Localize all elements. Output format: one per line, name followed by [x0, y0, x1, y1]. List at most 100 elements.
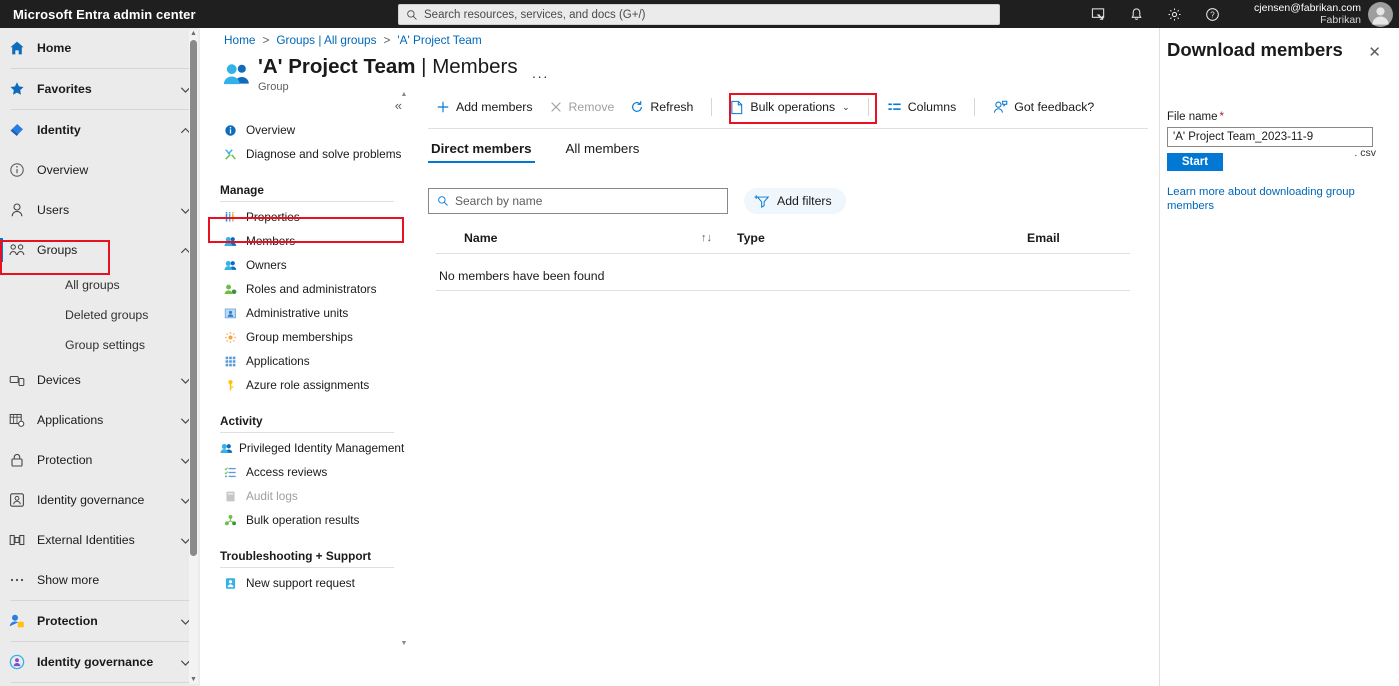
- sidebar-item-show-more[interactable]: Show more: [0, 560, 200, 600]
- notifications-icon[interactable]: [1128, 6, 1145, 23]
- resource-menu-item-label: New support request: [246, 576, 355, 590]
- close-x-icon: [550, 102, 561, 112]
- column-header-name[interactable]: Name: [436, 231, 701, 245]
- got-feedback-button[interactable]: Got feedback?: [985, 93, 1102, 121]
- toolbar-divider: [711, 98, 713, 116]
- close-icon[interactable]: ✕: [1368, 43, 1381, 61]
- breadcrumb-item-all-groups[interactable]: Groups | All groups: [276, 33, 376, 47]
- resource-menu-item-roles-and-administrators[interactable]: Roles and administrators: [208, 277, 402, 301]
- resource-menu-item-new-support-request[interactable]: New support request: [208, 571, 402, 595]
- scroll-down-arrow[interactable]: ▼: [190, 676, 197, 684]
- resource-menu-item-members[interactable]: Members: [208, 229, 402, 253]
- sidebar-item-devices[interactable]: Devices: [0, 360, 200, 400]
- page-header: 'A' Project Team | Members Group ···: [222, 54, 549, 93]
- resource-menu-section-header: Manage: [220, 183, 264, 197]
- sidebar-item-home[interactable]: Home: [0, 28, 200, 68]
- account-tenant: Fabrikan: [1320, 14, 1361, 26]
- support-icon: [220, 577, 240, 590]
- page-more-actions-button[interactable]: ···: [532, 68, 549, 84]
- governance-icon: [9, 492, 31, 508]
- section-divider: [220, 432, 394, 433]
- properties-icon: [220, 211, 240, 224]
- sidebar-item-groups[interactable]: Groups: [0, 230, 200, 270]
- resource-menu-item-bulk-operation-results[interactable]: Bulk operation results: [208, 508, 402, 532]
- bulk-results-icon: [220, 514, 240, 527]
- sidebar-item-all-groups[interactable]: All groups: [0, 270, 200, 300]
- sidebar-item-users[interactable]: Users: [0, 190, 200, 230]
- app-brand-title: Microsoft Entra admin center: [13, 6, 196, 22]
- resource-menu: « Overview Diagnose and solve problems Man…: [208, 90, 410, 650]
- sidebar-item-label: Identity: [37, 123, 81, 137]
- refresh-label: Refresh: [650, 100, 694, 114]
- account-menu[interactable]: cjensen@fabrikan.com Fabrikan: [1254, 0, 1393, 28]
- sort-icon[interactable]: ↑↓: [701, 232, 727, 244]
- resource-menu-item-access-reviews[interactable]: Access reviews: [208, 460, 402, 484]
- tab-direct-members[interactable]: Direct members: [428, 141, 535, 163]
- add-members-button[interactable]: Add members: [428, 93, 541, 121]
- sidebar-item-label: Group settings: [65, 338, 145, 352]
- sidebar-item-label: Home: [37, 41, 72, 55]
- remove-button[interactable]: Remove: [541, 93, 623, 121]
- bulk-operations-button[interactable]: Bulk operations ⌄: [722, 93, 857, 121]
- feedback-icon[interactable]: [1090, 6, 1107, 23]
- resource-menu-item-label: Bulk operation results: [246, 513, 360, 527]
- sidebar-item-protection[interactable]: Protection: [0, 440, 200, 480]
- sidebar-item-overview[interactable]: Overview: [0, 150, 200, 190]
- resource-menu-item-label: Owners: [246, 258, 287, 272]
- scroll-up-arrow[interactable]: ▲: [190, 30, 197, 38]
- column-header-type[interactable]: Type: [727, 231, 1027, 245]
- resource-menu-item-group-memberships[interactable]: Group memberships: [208, 325, 402, 349]
- sidebar-item-identity-governance[interactable]: Identity governance: [0, 642, 200, 682]
- learn-more-link[interactable]: Learn more about downloading group membe…: [1167, 185, 1367, 213]
- resource-menu-item-privileged-identity-management[interactable]: Privileged Identity Management: [208, 436, 404, 460]
- search-by-name-input[interactable]: Search by name: [428, 188, 728, 214]
- required-marker: *: [1219, 111, 1224, 123]
- resource-menu-item-diagnose-and-solve-problems[interactable]: Diagnose and solve problems: [208, 142, 402, 166]
- sidebar-item-identity-governance[interactable]: Identity governance: [0, 480, 200, 520]
- resource-menu-item-applications[interactable]: Applications: [208, 349, 402, 373]
- rm-scroll-down-arrow[interactable]: ▼: [400, 639, 408, 648]
- sidebar-item-label: Protection: [37, 453, 93, 467]
- audit-logs-icon: [220, 490, 240, 503]
- breadcrumb-item-group[interactable]: 'A' Project Team: [397, 33, 481, 47]
- page-title-main: 'A' Project Team: [258, 55, 416, 78]
- sidebar-item-deleted-groups[interactable]: Deleted groups: [0, 300, 200, 330]
- resource-menu-item-label: Group memberships: [246, 330, 353, 344]
- left-nav-scrollbar[interactable]: ▲ ▼: [189, 30, 198, 684]
- scroll-thumb[interactable]: [190, 40, 197, 556]
- resource-menu-item-azure-role-assignments[interactable]: Azure role assignments: [208, 373, 402, 397]
- columns-button[interactable]: Columns: [879, 93, 965, 121]
- access-reviews-icon: [220, 466, 240, 479]
- table-empty-message: No members have been found: [439, 269, 605, 283]
- sidebar-item-applications[interactable]: Applications: [0, 400, 200, 440]
- breadcrumb-item-home[interactable]: Home: [224, 33, 255, 47]
- applications-icon: [9, 412, 31, 428]
- sidebar-item-identity[interactable]: Identity: [0, 110, 200, 150]
- resource-menu-item-owners[interactable]: Owners: [208, 253, 402, 277]
- refresh-button[interactable]: Refresh: [622, 93, 701, 121]
- column-header-email[interactable]: Email: [1027, 231, 1130, 245]
- resource-menu-item-label: Azure role assignments: [246, 378, 370, 392]
- ellipsis-icon: [9, 572, 31, 588]
- resource-menu-item-properties[interactable]: Properties: [208, 205, 402, 229]
- columns-label: Columns: [907, 100, 957, 114]
- settings-icon[interactable]: [1166, 6, 1183, 23]
- avatar[interactable]: [1368, 1, 1393, 27]
- plus-icon: [437, 101, 449, 113]
- resource-menu-item-overview[interactable]: Overview: [208, 118, 402, 142]
- start-button[interactable]: Start: [1167, 153, 1223, 171]
- add-members-label: Add members: [456, 100, 533, 114]
- sidebar-item-group-settings[interactable]: Group settings: [0, 330, 200, 360]
- file-name-input[interactable]: 'A' Project Team_2023-11-9: [1167, 127, 1373, 147]
- resource-menu-item-administrative-units[interactable]: Administrative units: [208, 301, 402, 325]
- sidebar-item-external-identities[interactable]: External Identities: [0, 520, 200, 560]
- global-search-input[interactable]: Search resources, services, and docs (G+…: [398, 4, 1000, 25]
- sidebar-item-protection[interactable]: Protection: [0, 601, 200, 641]
- tab-all-members[interactable]: All members: [563, 141, 643, 163]
- sidebar-item-favorites[interactable]: Favorites: [0, 69, 200, 109]
- breadcrumb-separator: >: [262, 33, 270, 47]
- resource-menu-scrollbar[interactable]: ▲ ▼: [400, 90, 408, 650]
- help-icon[interactable]: ?: [1204, 6, 1221, 23]
- add-filters-button[interactable]: Add filters: [744, 188, 846, 214]
- chevron-down-icon: ⌄: [842, 101, 850, 112]
